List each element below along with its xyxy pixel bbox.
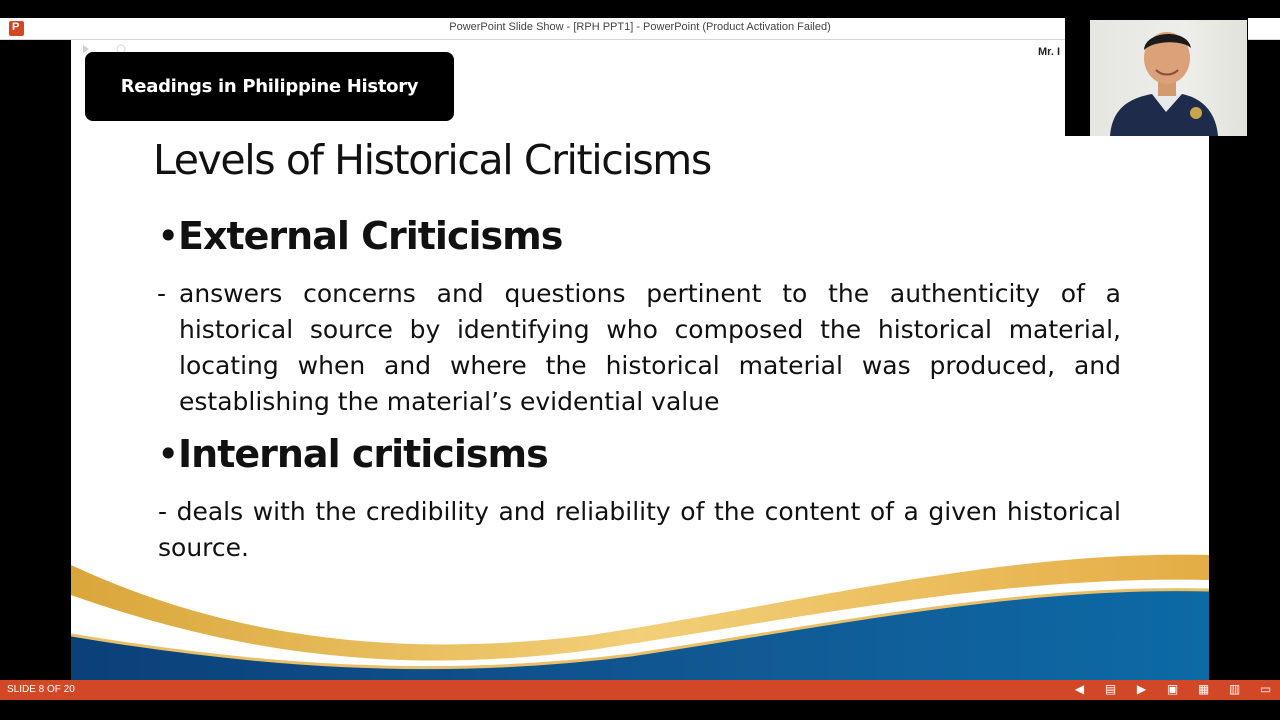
slide-show-icon[interactable]: ▭ (1259, 683, 1272, 696)
bullet-body-text: answers concerns and questions pertinent… (179, 279, 1121, 416)
dash-glyph: - (157, 279, 167, 308)
decorative-wave (71, 554, 1209, 680)
bullet-heading-external: •External Criticisms (157, 214, 563, 258)
course-banner: Readings in Philippine History (85, 52, 454, 121)
presenter-avatar (1110, 32, 1218, 136)
bullet-heading-text: Internal criticisms (178, 432, 549, 476)
slide[interactable]: Readings in Philippine History Mr. I Lev… (71, 40, 1209, 680)
screen: PowerPoint Slide Show - [RPH PPT1] - Pow… (0, 0, 1280, 720)
normal-view-icon[interactable]: ▣ (1166, 683, 1179, 696)
slide-title: Levels of Historical Criticisms (153, 136, 712, 184)
reading-view-icon[interactable]: ▥ (1228, 683, 1241, 696)
webcam-feed (1065, 18, 1248, 136)
next-icon[interactable]: ▶ (1135, 683, 1148, 696)
bullet-heading-internal: •Internal criticisms (157, 432, 549, 476)
bullet-dot: • (157, 214, 179, 258)
bullet-body-external: - answers concerns and questions pertine… (157, 276, 1121, 420)
course-banner-text: Readings in Philippine History (120, 76, 419, 97)
status-bar: SLIDE 8 OF 20 ◀ ▤ ▶ ▣ ▦ ▥ ▭ (0, 680, 1280, 700)
bullet-heading-text: External Criticisms (178, 214, 563, 258)
slide-list-icon[interactable]: ▤ (1104, 683, 1117, 696)
slide-sorter-icon[interactable]: ▦ (1197, 683, 1210, 696)
bullet-dot: • (157, 432, 179, 476)
slide-counter: SLIDE 8 OF 20 (7, 684, 75, 695)
previous-icon[interactable]: ◀ (1073, 683, 1086, 696)
presenter-tag: Mr. I (1038, 46, 1061, 58)
